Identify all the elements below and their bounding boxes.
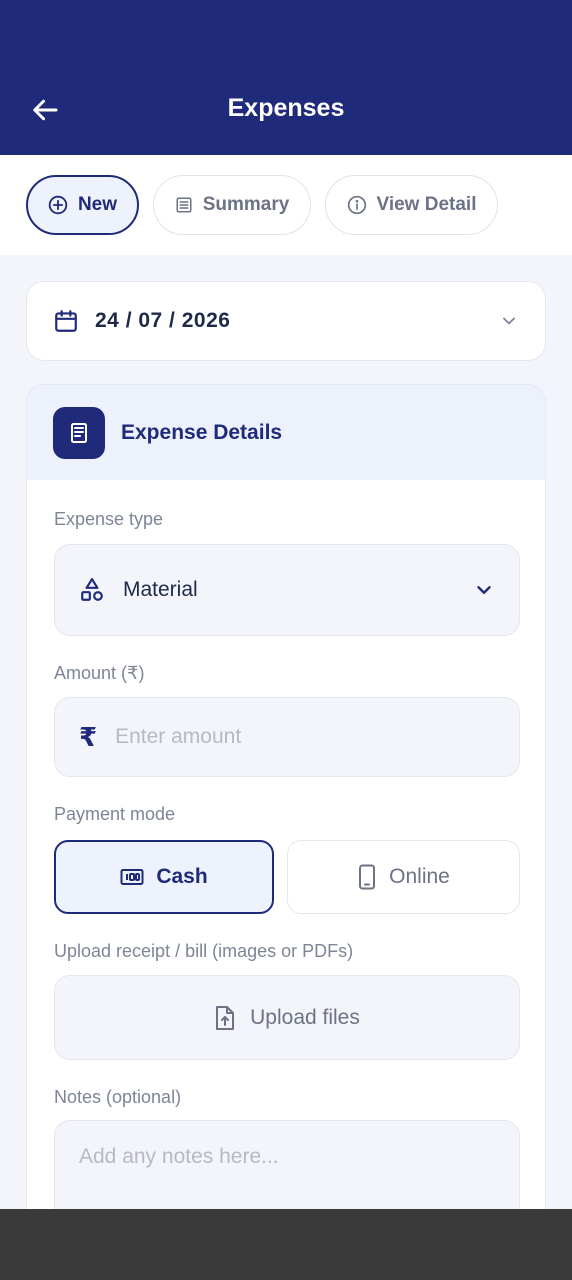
amount-label: Amount (₹) xyxy=(54,663,145,683)
expense-details-header: Expense Details xyxy=(27,385,545,480)
cash-icon xyxy=(120,869,144,885)
amount-input[interactable] xyxy=(115,725,476,749)
upload-files-label: Upload files xyxy=(250,1005,360,1029)
chevron-down-icon xyxy=(477,586,491,594)
receipt-icon xyxy=(71,422,87,443)
amount-field: ₹ xyxy=(54,697,520,777)
expense-type-value: Material xyxy=(123,578,198,601)
list-icon xyxy=(176,197,192,213)
tab-bar: New Summary View Detail xyxy=(0,155,572,255)
system-navigation-bar xyxy=(0,1209,572,1280)
tab-new[interactable]: New xyxy=(26,175,139,235)
chevron-down-icon xyxy=(503,317,515,325)
payment-online-label: Online xyxy=(389,865,450,888)
payment-cash-button[interactable]: Cash xyxy=(54,840,274,914)
tab-view-detail-label: View Detail xyxy=(376,194,477,215)
info-icon xyxy=(347,195,366,215)
payment-online-button[interactable]: Online xyxy=(287,840,520,914)
plus-circle-icon xyxy=(48,195,68,215)
phone-icon xyxy=(359,864,376,890)
calendar-icon xyxy=(55,310,77,332)
upload-label: Upload receipt / bill (images or PDFs) xyxy=(54,941,354,961)
expense-type-select[interactable]: Material xyxy=(54,544,520,636)
tab-view-detail[interactable]: View Detail xyxy=(325,175,498,235)
rupee-icon: ₹ xyxy=(79,721,98,752)
tab-summary-label: Summary xyxy=(202,194,290,215)
upload-files-button[interactable]: Upload files xyxy=(54,975,520,1060)
expense-details-card: Expense Details Expense type Material Am… xyxy=(26,384,546,1280)
payment-cash-label: Cash xyxy=(156,865,208,888)
payment-mode-label: Payment mode xyxy=(54,804,176,824)
file-upload-icon xyxy=(216,1005,235,1030)
tab-new-label: New xyxy=(77,194,118,215)
header-badge xyxy=(53,406,105,459)
notes-label: Notes (optional) xyxy=(54,1087,182,1107)
page-title: Expenses xyxy=(227,94,345,122)
date-picker[interactable]: 24 / 07 / 2026 xyxy=(26,281,546,361)
shapes-icon xyxy=(81,578,103,601)
expense-type-label: Expense type xyxy=(54,509,164,529)
app-bar: Expenses xyxy=(0,0,572,155)
date-value: 24 / 07 / 2026 xyxy=(95,309,231,332)
expense-details-title: Expense Details xyxy=(121,420,283,444)
tab-summary[interactable]: Summary xyxy=(153,175,311,235)
